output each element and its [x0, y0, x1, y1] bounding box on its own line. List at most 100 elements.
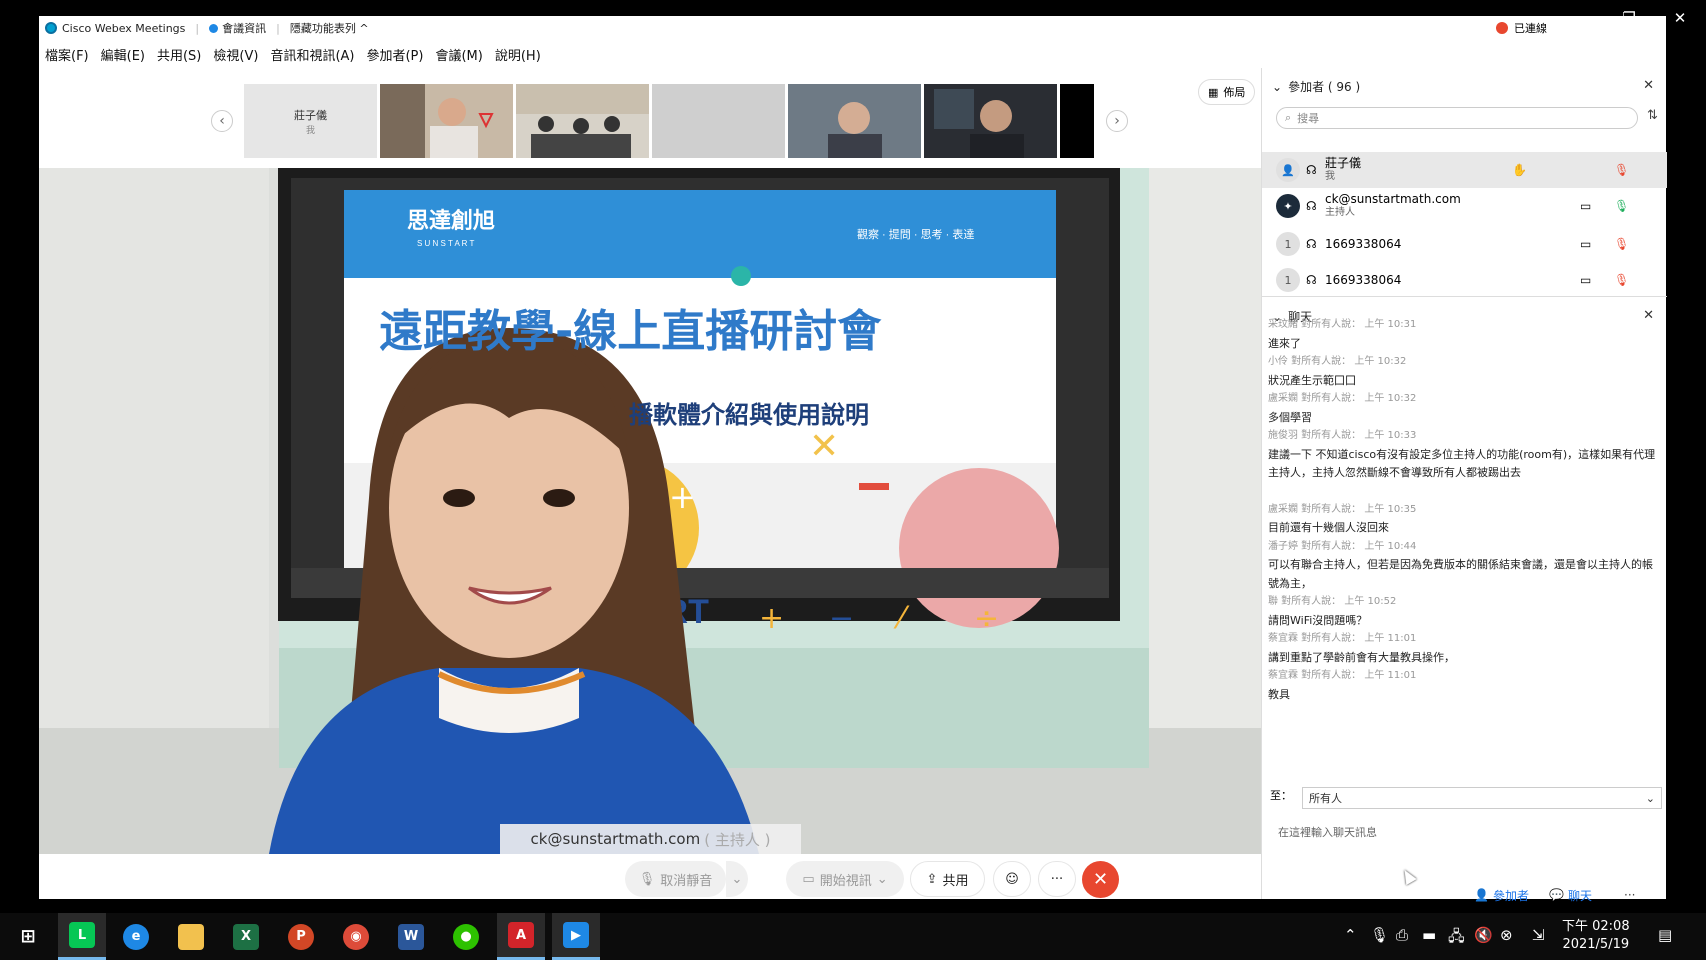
- participant-video-tile[interactable]: [1060, 84, 1094, 158]
- taskbar-webex-app[interactable]: ▶: [552, 913, 600, 960]
- participant-name: 1669338064: [1325, 273, 1402, 287]
- participants-panel-button[interactable]: 👤 參加者: [1474, 887, 1529, 904]
- more-panels-button[interactable]: ···: [1624, 888, 1635, 902]
- video-icon[interactable]: ▭: [1580, 199, 1591, 213]
- avatar: 👤: [1276, 158, 1300, 182]
- audio-options-button[interactable]: ⌄: [726, 861, 748, 897]
- notifications-icon[interactable]: ▤: [1658, 926, 1672, 944]
- filmstrip-next-button[interactable]: ›: [1106, 110, 1128, 132]
- chevron-up-icon[interactable]: ⌃: [1344, 926, 1357, 944]
- menu-help[interactable]: 說明(H): [495, 45, 541, 64]
- minimize-button[interactable]: –: [1554, 0, 1606, 36]
- video-filmstrip: ‹ 莊子儀 我 ›: [39, 68, 1261, 168]
- chat-message: 可以有聯合主持人，但若是因為免費版本的關係結束會議，還是會以主持人的帳號為主，: [1268, 558, 1653, 590]
- connection-status[interactable]: 已連線: [1496, 20, 1547, 36]
- menu-share[interactable]: 共用(S): [157, 45, 201, 64]
- self-video-tile[interactable]: 莊子儀 我: [244, 84, 377, 158]
- status-icon[interactable]: ⊗: [1500, 926, 1513, 944]
- more-options-button[interactable]: ···: [1038, 861, 1076, 897]
- mic-muted-icon[interactable]: 🎙: [1614, 273, 1629, 287]
- participant-video-tile[interactable]: [380, 84, 513, 158]
- battery-icon[interactable]: ▬: [1422, 926, 1436, 944]
- volume-muted-icon[interactable]: 🔇: [1474, 926, 1493, 944]
- taskbar-explorer-app[interactable]: [167, 913, 215, 960]
- taskbar-wechat-app[interactable]: ●: [442, 913, 490, 960]
- taskbar-edge-app[interactable]: e: [112, 913, 160, 960]
- mic-muted-icon[interactable]: 🎙: [1614, 163, 1629, 177]
- menu-participants[interactable]: 參加者(P): [366, 45, 423, 64]
- word-icon: W: [398, 923, 424, 950]
- taskbar-acrobat-app[interactable]: A: [497, 913, 545, 960]
- excel-icon: X: [233, 923, 259, 950]
- restore-button[interactable]: ❐: [1603, 0, 1655, 36]
- taskbar-line-app[interactable]: L: [58, 913, 106, 960]
- audio-icon: ☊: [1306, 237, 1317, 251]
- taskbar-word-app[interactable]: W: [387, 913, 435, 960]
- chat-bubble-icon: 💬: [1549, 888, 1564, 902]
- menu-file[interactable]: 檔案(F): [45, 45, 89, 64]
- clock-date: 2021/5/19: [1562, 937, 1630, 952]
- share-button[interactable]: ⇪ 共用: [910, 861, 985, 897]
- video-icon[interactable]: ▭: [1580, 273, 1591, 287]
- participant-name: 1669338064: [1325, 237, 1402, 251]
- taskbar-chrome-app[interactable]: ◉: [332, 913, 380, 960]
- folder-icon: [178, 923, 204, 950]
- title-bar: Cisco Webex Meetings | 會議資訊 | 隱藏功能表列 ^: [39, 16, 1666, 40]
- ime-icon[interactable]: ⇲: [1532, 926, 1545, 944]
- chat-meta: 蔡宜霖 對所有人說： 上午 11:01: [1268, 633, 1417, 644]
- chat-panel-button[interactable]: 💬 聊天: [1549, 887, 1592, 904]
- participant-video-tile[interactable]: [516, 84, 649, 158]
- camera-icon[interactable]: ⎙: [1396, 926, 1408, 944]
- menu-edit[interactable]: 編輯(E): [101, 45, 145, 64]
- audio-icon: ☊: [1306, 163, 1317, 177]
- participant-row[interactable]: 👤 ☊ 莊子儀我 ✋ 🎙: [1262, 152, 1667, 188]
- participants-header[interactable]: ⌄ 參加者 ( 96 ): [1272, 78, 1360, 95]
- wechat-icon: ●: [453, 923, 479, 950]
- start-video-button[interactable]: ▭ 開始視訊 ⌄: [786, 861, 904, 897]
- chat-meta: 盧采嫻 對所有人說： 上午 10:35: [1268, 503, 1417, 515]
- participants-close-icon[interactable]: ✕: [1643, 78, 1654, 93]
- microphone-icon[interactable]: 🎙: [1370, 926, 1389, 944]
- filmstrip-prev-button[interactable]: ‹: [211, 110, 233, 132]
- participant-video-tile[interactable]: [652, 84, 785, 158]
- participant-video-tile[interactable]: [788, 84, 921, 158]
- participant-search-input[interactable]: ⌕ 搜尋: [1276, 107, 1638, 129]
- reactions-button[interactable]: ☺: [993, 861, 1031, 897]
- menu-meeting[interactable]: 會議(M): [435, 45, 482, 64]
- close-button[interactable]: ✕: [1654, 0, 1706, 36]
- slide-logo-sub: S U N S T A R T: [417, 239, 474, 248]
- avatar: ✦: [1276, 194, 1300, 218]
- video-icon[interactable]: ▭: [1580, 237, 1591, 251]
- network-icon[interactable]: 🖧: [1448, 926, 1465, 951]
- taskbar-clock[interactable]: 下午 02:08 2021/5/19: [1562, 918, 1630, 954]
- chat-message: 教具: [1268, 687, 1290, 701]
- chevron-left-icon: ‹: [219, 113, 225, 129]
- chat-input[interactable]: 在這裡輸入聊天訊息: [1278, 824, 1377, 840]
- participant-row[interactable]: 1 ☊ 1669338064 ▭ 🎙: [1262, 262, 1667, 298]
- sort-icon[interactable]: ⇅: [1647, 108, 1658, 123]
- layout-button[interactable]: ▦ 佈局: [1198, 79, 1256, 105]
- participant-row[interactable]: ✦ ☊ ck@sunstartmath.com 主持人 ▭ 🎙: [1262, 188, 1667, 224]
- chrome-icon: ◉: [343, 923, 369, 950]
- avatar: 1: [1276, 232, 1300, 256]
- mic-muted-icon[interactable]: 🎙: [1614, 237, 1629, 251]
- unmute-button[interactable]: 🎙 取消靜音: [625, 861, 726, 897]
- menu-view[interactable]: 檢視(V): [213, 45, 258, 64]
- chevron-right-icon: ›: [1114, 113, 1120, 129]
- chat-meta: 施俊羽 對所有人說： 上午 10:33: [1268, 430, 1417, 441]
- hide-menu-button[interactable]: 隱藏功能表列 ^: [290, 20, 369, 36]
- taskbar-excel-app[interactable]: X: [222, 913, 270, 960]
- meeting-info-button[interactable]: 會議資訊: [209, 20, 266, 36]
- mic-icon[interactable]: 🎙: [1614, 199, 1629, 213]
- participant-sub: 主持人: [1325, 207, 1355, 218]
- chat-recipient-select[interactable]: 所有人 ⌄: [1302, 787, 1662, 809]
- connection-icon: [1496, 22, 1508, 34]
- participant-row[interactable]: 1 ☊ 1669338064 ▭ 🎙: [1262, 226, 1667, 262]
- start-button[interactable]: ⊞: [4, 913, 52, 960]
- menu-audio-video[interactable]: 音訊和視訊(A): [270, 45, 354, 64]
- taskbar-powerpoint-app[interactable]: P: [277, 913, 325, 960]
- meeting-control-bar: 🎙 取消靜音 ⌄ ▭ 開始視訊 ⌄ ⇪ 共用 ☺ ··· ✕: [39, 854, 1261, 899]
- leave-meeting-button[interactable]: ✕: [1082, 861, 1119, 898]
- participant-video-tile[interactable]: [924, 84, 1057, 158]
- raise-hand-icon[interactable]: ✋: [1512, 163, 1527, 177]
